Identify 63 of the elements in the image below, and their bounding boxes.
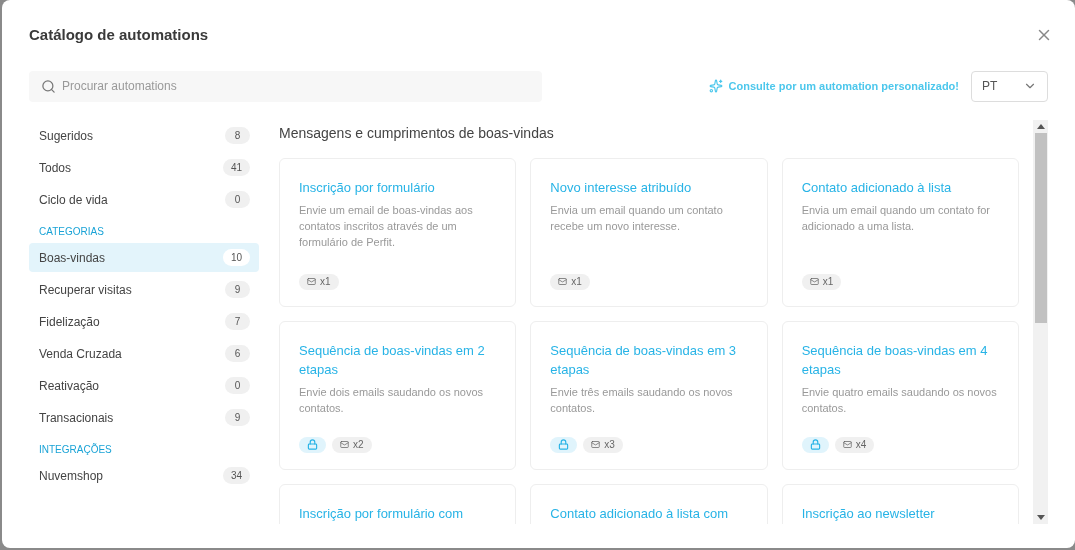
- dialog-title: Catálogo de automations: [29, 25, 209, 45]
- card-description: Envie um email de boas-vindas aos contatos inscritos através de um formulário de Perfit.: [299, 202, 474, 250]
- card-title: Sequência de boas-vindas em 2 etapas: [299, 341, 486, 379]
- email-count-badge: x1: [801, 273, 842, 290]
- sidebar-item[interactable]: Transacionais 9: [29, 403, 259, 432]
- sidebar-label: Ciclo de vida: [39, 191, 108, 209]
- search-field[interactable]: Procurar automations: [29, 70, 542, 102]
- card-description: Envie dois emails saudando os novos contatos.: [299, 384, 485, 416]
- sidebar-item[interactable]: Recuperar visitas 9: [29, 275, 259, 304]
- sidebar-label: Fidelização: [39, 313, 100, 331]
- count-badge: 10: [222, 249, 250, 266]
- card-title: Contato adicionado à lista: [801, 178, 953, 197]
- email-count-badge: x4: [834, 436, 875, 453]
- automation-card[interactable]: Sequência de boas-vindas em 4 etapas Envie quatro emails saudando os novos contatos. x4: [781, 320, 1019, 470]
- email-count-badge: x3: [583, 436, 623, 453]
- card-description: Envia um email quando um contato for adicionado a uma lista.: [801, 202, 991, 234]
- count-badge: 7: [225, 313, 250, 330]
- card-description: Envie três emails saudando os novos contatos.: [550, 384, 734, 416]
- card-title: Sequência de boas-vindas em 3 etapas: [550, 341, 738, 379]
- sidebar-label: Sugeridos: [39, 127, 94, 145]
- sidebar-heading: INTEGRAÇÕES: [38, 442, 113, 457]
- count-badge: 9: [225, 281, 250, 298]
- count-badge: 0: [225, 377, 250, 394]
- card-description: Envie quatro emails saudando os novos contatos.: [801, 384, 998, 416]
- card-title: Sequência de boas-vindas em 4 etapas: [801, 341, 989, 379]
- sidebar-label: Todos: [39, 159, 72, 177]
- sidebar-heading: CATEGORIAS: [38, 224, 105, 239]
- automation-card[interactable]: Inscrição por formulário Envie um email de boas-vindas aos contatos inscritos através de um formulário de Perfit. x1: [279, 157, 517, 307]
- sidebar-item[interactable]: Sugeridos 8: [29, 121, 259, 150]
- sidebar-label: Transacionais: [39, 409, 114, 427]
- automation-card[interactable]: Sequência de boas-vindas em 3 etapas Envie três emails saudando os novos contatos. x3: [530, 320, 768, 470]
- automation-card[interactable]: Sequência de boas-vindas em 2 etapas Envie dois emails saudando os novos contatos. x2: [279, 320, 517, 470]
- count-badge: 41: [222, 159, 250, 176]
- sidebar-label: Reativação: [39, 377, 100, 395]
- card-title: Inscrição por formulário: [299, 178, 436, 197]
- language-select[interactable]: PT: [971, 70, 1048, 102]
- email-count-badge: x2: [332, 436, 372, 453]
- email-count-badge: x1: [550, 273, 590, 290]
- sidebar-item[interactable]: Ciclo de vida 0: [29, 185, 259, 214]
- sidebar-item[interactable]: Boas-vindas 10: [29, 243, 259, 272]
- sidebar-label: Nuvemshop: [39, 467, 104, 485]
- card-title: Inscrição ao newsletter: [801, 504, 936, 523]
- card-description: Envia um email quando um contato recebe um novo interesse.: [550, 202, 724, 234]
- count-badge: 34: [222, 467, 250, 484]
- sidebar-item[interactable]: Fidelização 7: [29, 307, 259, 336]
- card-title: Contato adicionado à lista com: [550, 504, 730, 523]
- sidebar-item[interactable]: Todos 41: [29, 153, 259, 182]
- sidebar-item[interactable]: Nuvemshop 34: [29, 461, 259, 490]
- automation-card[interactable]: Novo interesse atribuído Envia um email quando um contato recebe um novo interesse. x1: [530, 157, 768, 307]
- sidebar-item[interactable]: Reativação 0: [29, 371, 259, 400]
- count-badge: 6: [225, 345, 250, 362]
- email-count-badge: x1: [299, 273, 339, 290]
- sidebar-label: Boas-vindas: [39, 249, 106, 267]
- count-badge: 9: [225, 409, 250, 426]
- card-title: Inscrição por formulário com: [299, 504, 464, 523]
- automation-card[interactable]: Contato adicionado à lista Envia um email quando um contato for adicionado a uma lista. x1: [781, 157, 1019, 307]
- section-title: Mensagens e cumprimentos de boas-vindas: [279, 123, 555, 143]
- count-badge: 0: [225, 191, 250, 208]
- sidebar-label: Recuperar visitas: [39, 281, 132, 299]
- sidebar-item[interactable]: Venda Cruzada 6: [29, 339, 259, 368]
- sidebar-label: Venda Cruzada: [39, 345, 122, 363]
- card-title: Novo interesse atribuído: [550, 178, 693, 197]
- count-badge: 8: [225, 127, 250, 144]
